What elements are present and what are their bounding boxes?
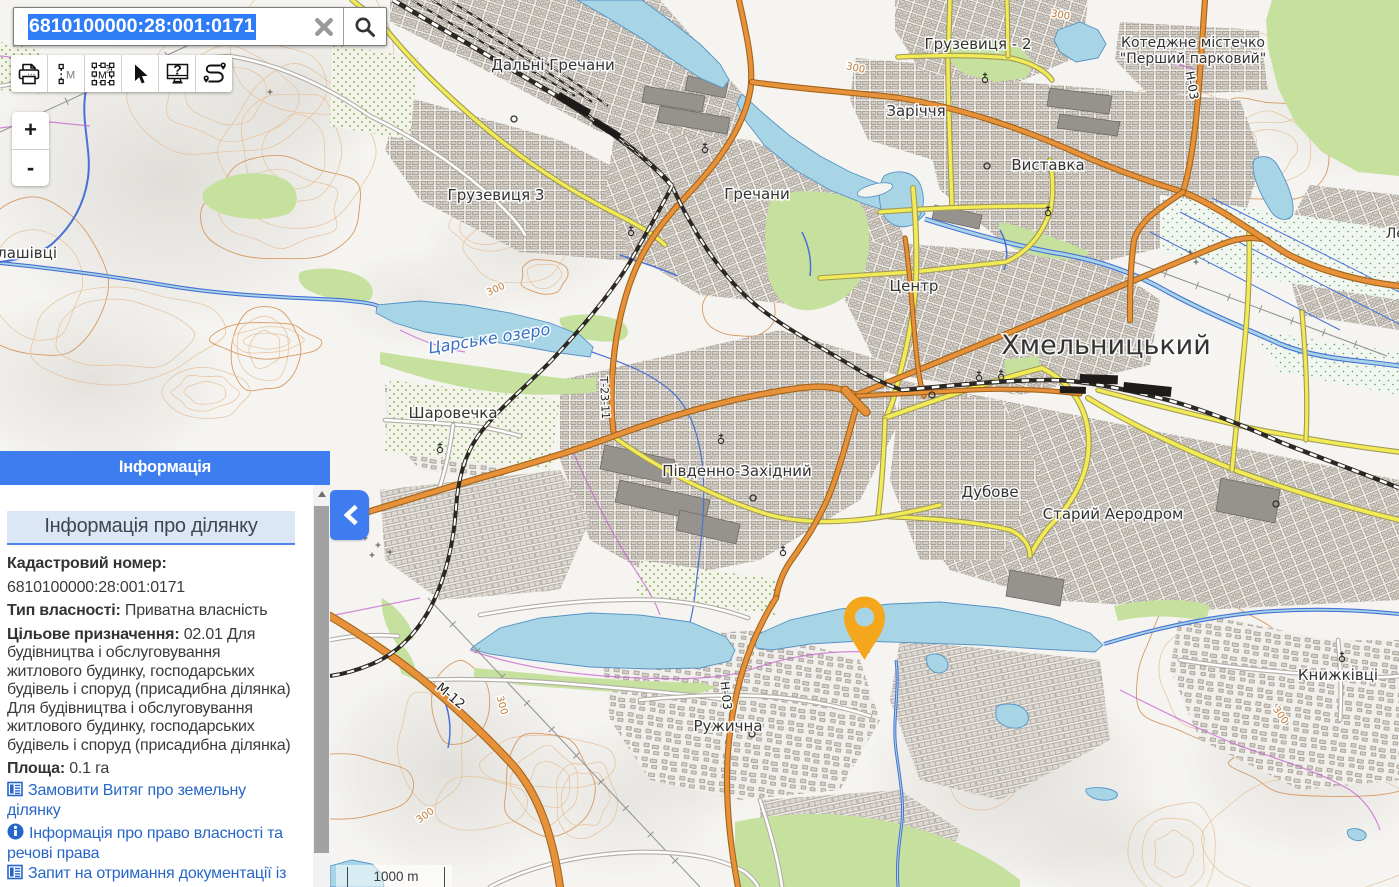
- measure-length-label: M: [66, 69, 75, 81]
- svg-text:Ружична: Ружична: [693, 717, 762, 735]
- field-value: Приватна власність: [125, 602, 268, 619]
- cadastral-number-label: Кадастровий номер:: [7, 555, 295, 574]
- svg-text:Дальні Гречани: Дальні Гречани: [491, 56, 615, 74]
- scrollbar-up-arrow[interactable]: [313, 485, 330, 502]
- field-value: 6810100000:28:001:0171: [7, 579, 185, 596]
- field-label: Площа:: [7, 760, 65, 777]
- document-icon: [7, 781, 23, 803]
- link-text: Інформація про право власності та речові…: [7, 825, 283, 863]
- info-icon: [7, 823, 24, 846]
- field-label: Цільове призначення:: [7, 626, 179, 643]
- svg-text:Книжківці: Книжківці: [1298, 666, 1378, 684]
- measure-area-button[interactable]: М 2: [85, 55, 122, 92]
- ownership-info-link[interactable]: Інформація про право власності та речові…: [7, 823, 295, 864]
- search-bar: 6810100000:28:001:0171: [13, 7, 387, 46]
- cadastral-number-value: 6810100000:28:001:0171: [7, 579, 295, 598]
- field-label: Тип власності:: [7, 602, 121, 619]
- field-label: Кадастровий номер:: [7, 555, 167, 572]
- scale-bar: 1000 m: [336, 865, 452, 887]
- printer-icon: [16, 61, 42, 87]
- field-value: 0.1 га: [69, 760, 109, 777]
- route-button[interactable]: [196, 55, 232, 92]
- panel-scrollbar[interactable]: [313, 485, 330, 887]
- search-input[interactable]: 6810100000:28:001:0171: [14, 8, 305, 45]
- svg-text:Лез: Лез: [1386, 226, 1399, 242]
- measure-length-icon: M: [53, 61, 79, 87]
- svg-text:Шаровечка: Шаровечка: [408, 404, 497, 422]
- zoom-out-button[interactable]: -: [12, 150, 49, 187]
- svg-text:Виставка: Виставка: [1011, 156, 1084, 174]
- chevron-left-icon: [341, 504, 359, 526]
- svg-text:Гречани: Гречани: [724, 185, 790, 203]
- collapse-panel-button[interactable]: [330, 490, 369, 540]
- measure-area-sup: 2: [106, 67, 110, 74]
- search-button[interactable]: [344, 8, 386, 45]
- svg-text:Т-23-11: Т-23-11: [597, 375, 612, 419]
- svg-text:Заріччя: Заріччя: [886, 102, 945, 120]
- field-value: 02.01 Для будівництва і обслуговування ж…: [7, 626, 291, 754]
- identify-question-label: ?: [173, 62, 182, 78]
- svg-text:"Перший парковий": "Перший парковий": [1120, 51, 1266, 67]
- area-field: Площа: 0.1 га: [7, 760, 295, 779]
- zoom-control: + -: [12, 112, 49, 186]
- svg-text:Н-03: Н-03: [718, 681, 735, 711]
- svg-text:Грузевиця - 2: Грузевиця - 2: [924, 35, 1031, 53]
- info-panel: Інформація Інформація про ділянку Кадаст…: [0, 451, 330, 887]
- parcel-info-subtitle: Інформація про ділянку: [7, 511, 295, 545]
- select-cursor-button[interactable]: [122, 55, 159, 92]
- close-icon: [313, 16, 335, 38]
- print-button[interactable]: [11, 55, 48, 92]
- route-icon: [201, 60, 228, 87]
- minus-icon: -: [27, 155, 34, 181]
- info-panel-title: Інформація: [0, 451, 330, 485]
- panel-links: Замовити Витяг про земельну ділянку Інфо…: [7, 781, 313, 887]
- measure-length-button[interactable]: M: [48, 55, 85, 92]
- identify-icon: ?: [164, 60, 191, 87]
- order-extract-link[interactable]: Замовити Витяг про земельну ділянку: [7, 781, 295, 821]
- svg-text:Південно-Західний: Південно-Західний: [662, 462, 812, 480]
- scale-bar-label: 1000 m: [347, 867, 445, 887]
- cursor-icon: [128, 62, 152, 86]
- zoom-in-button[interactable]: +: [12, 112, 49, 150]
- svg-text:Хмельницький: Хмельницький: [1001, 330, 1211, 361]
- measure-area-icon: М 2: [89, 60, 117, 88]
- documentation-request-link[interactable]: Запит на отримання документації із земле…: [7, 864, 295, 887]
- ownership-type-field: Тип власності: Приватна власність: [7, 602, 295, 621]
- svg-text:Котеджне містечко: Котеджне містечко: [1121, 35, 1265, 51]
- search-input-selected-text: 6810100000:28:001:0171: [28, 14, 256, 40]
- identify-button[interactable]: ?: [159, 55, 196, 92]
- designated-purpose-field: Цільове призначення: 02.01 Для будівницт…: [7, 626, 295, 756]
- link-text: Запит на отримання документації із земле…: [7, 865, 286, 887]
- info-panel-body: Інформація про ділянку Кадастровий номер…: [0, 485, 313, 887]
- map-toolbar: M М 2 ?: [11, 55, 232, 92]
- link-text: Замовити Витяг про земельну ділянку: [7, 782, 246, 820]
- plus-icon: +: [24, 117, 37, 143]
- svg-text:Грузевиця 3: Грузевиця 3: [448, 186, 545, 204]
- clear-search-button[interactable]: [305, 8, 343, 45]
- scrollbar-thumb[interactable]: [314, 506, 329, 853]
- svg-text:Центр: Центр: [890, 277, 939, 295]
- document-icon: [7, 864, 23, 886]
- svg-text:Дубове: Дубове: [961, 483, 1018, 501]
- search-icon: [353, 15, 377, 39]
- svg-text:Старий Аеродром: Старий Аеродром: [1043, 505, 1184, 523]
- svg-text:Малашівці: Малашівці: [0, 244, 57, 262]
